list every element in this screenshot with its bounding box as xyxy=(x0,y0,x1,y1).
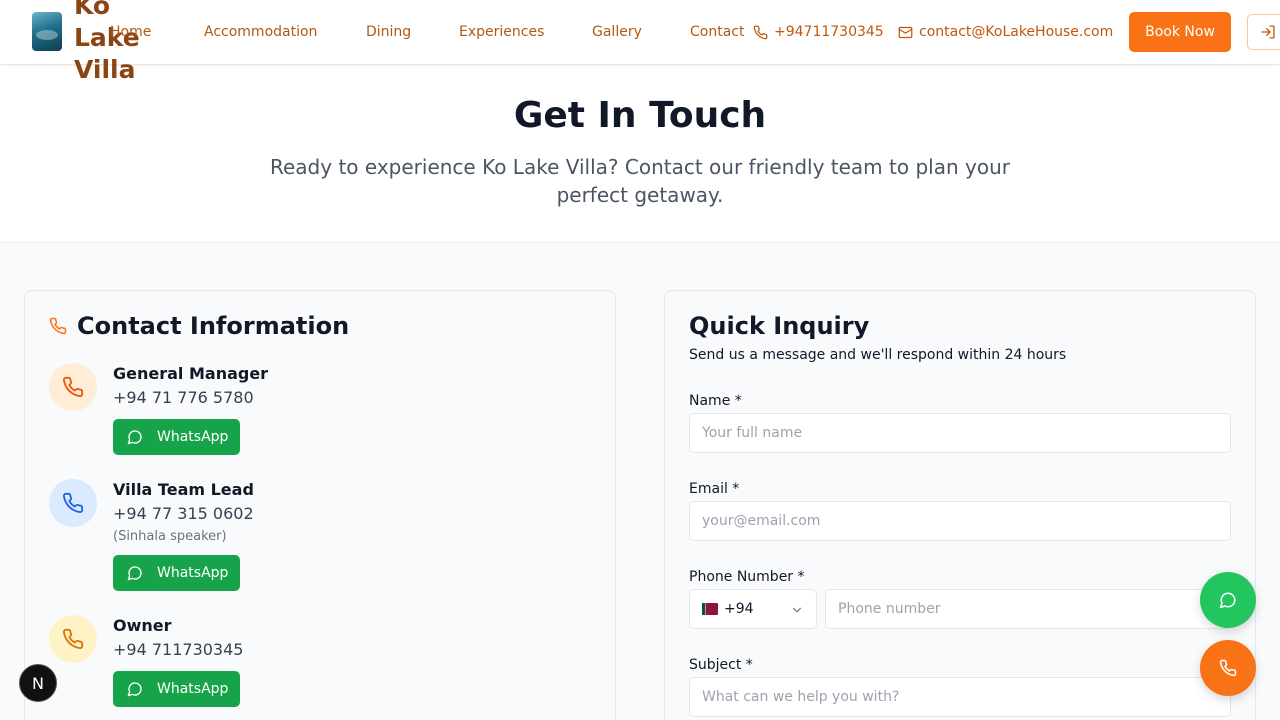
floating-whatsapp-button[interactable] xyxy=(1200,572,1256,628)
login-button[interactable] xyxy=(1247,14,1280,50)
name-field[interactable] xyxy=(689,413,1231,453)
message-circle-icon xyxy=(1219,592,1236,609)
email-label: Email * xyxy=(689,481,740,497)
message-circle-icon xyxy=(127,430,142,445)
message-circle-icon xyxy=(127,566,142,581)
header-email-link[interactable]: contact@KoLakeHouse.com xyxy=(898,23,1113,41)
phone-icon xyxy=(49,317,67,335)
contact-avatar xyxy=(49,363,97,411)
whatsapp-label: WhatsApp xyxy=(157,565,229,581)
phone-icon xyxy=(753,25,768,39)
contact-info-heading: Contact Information xyxy=(49,311,349,341)
contact-note: (Sinhala speaker) xyxy=(113,529,227,544)
header-phone-text: +94711730345 xyxy=(774,24,884,40)
subject-label: Subject * xyxy=(689,657,753,673)
whatsapp-button[interactable]: WhatsApp xyxy=(113,671,240,707)
page-subtitle: Ready to experience Ko Lake Villa? Conta… xyxy=(270,155,1010,207)
phone-icon xyxy=(1219,659,1237,677)
inquiry-subtitle: Send us a message and we'll respond with… xyxy=(689,347,1067,363)
phone-icon xyxy=(63,376,84,397)
contact-phone[interactable]: +94 77 315 0602 xyxy=(113,504,254,524)
whatsapp-label: WhatsApp xyxy=(157,429,229,445)
contact-phone[interactable]: +94 71 776 5780 xyxy=(113,388,254,408)
nav-experiences[interactable]: Experiences xyxy=(459,23,544,41)
whatsapp-button[interactable]: WhatsApp xyxy=(113,555,240,591)
logo-text[interactable]: Ko Lake Villa xyxy=(74,0,144,86)
phone-icon xyxy=(63,628,84,649)
login-icon xyxy=(1261,25,1275,39)
header-email-text: contact@KoLakeHouse.com xyxy=(919,24,1114,40)
country-code-value: +94 xyxy=(724,601,754,617)
message-circle-icon xyxy=(127,682,142,697)
phone-icon xyxy=(63,492,84,513)
mail-icon xyxy=(898,26,913,38)
phone-label: Phone Number * xyxy=(689,569,805,585)
page-title: Get In Touch xyxy=(513,95,767,136)
nav-contact[interactable]: Contact xyxy=(690,23,744,41)
phone-number-field[interactable] xyxy=(825,589,1231,629)
sri-lanka-flag-icon xyxy=(702,603,718,615)
nav-accommodation[interactable]: Accommodation xyxy=(204,23,317,41)
inquiry-title: Quick Inquiry xyxy=(689,312,870,340)
contact-avatar xyxy=(49,615,97,663)
site-header: Ko Lake Villa Home Accommodation Dining … xyxy=(0,0,1280,84)
contact-avatar xyxy=(49,479,97,527)
dev-tools-badge[interactable]: N xyxy=(19,664,57,702)
chevron-down-icon xyxy=(792,607,802,613)
nav-dining[interactable]: Dining xyxy=(366,23,411,41)
contact-name: Villa Team Lead xyxy=(113,480,254,499)
book-now-button[interactable]: Book Now xyxy=(1129,12,1231,52)
contact-info-title: Contact Information xyxy=(77,312,350,340)
nav-gallery[interactable]: Gallery xyxy=(592,23,642,41)
name-label: Name * xyxy=(689,393,742,409)
nav-home[interactable]: Home xyxy=(110,23,151,41)
floating-call-button[interactable] xyxy=(1200,640,1256,696)
header-phone-link[interactable]: +94711730345 xyxy=(753,23,884,41)
whatsapp-label: WhatsApp xyxy=(157,681,229,697)
country-code-select[interactable]: +94 xyxy=(689,589,817,629)
contact-name: Owner xyxy=(113,616,172,635)
whatsapp-button[interactable]: WhatsApp xyxy=(113,419,240,455)
logo-image[interactable] xyxy=(32,12,62,51)
contact-name: General Manager xyxy=(113,364,269,383)
subject-field[interactable] xyxy=(689,677,1231,717)
email-field[interactable] xyxy=(689,501,1231,541)
contact-phone[interactable]: +94 711730345 xyxy=(113,640,243,660)
